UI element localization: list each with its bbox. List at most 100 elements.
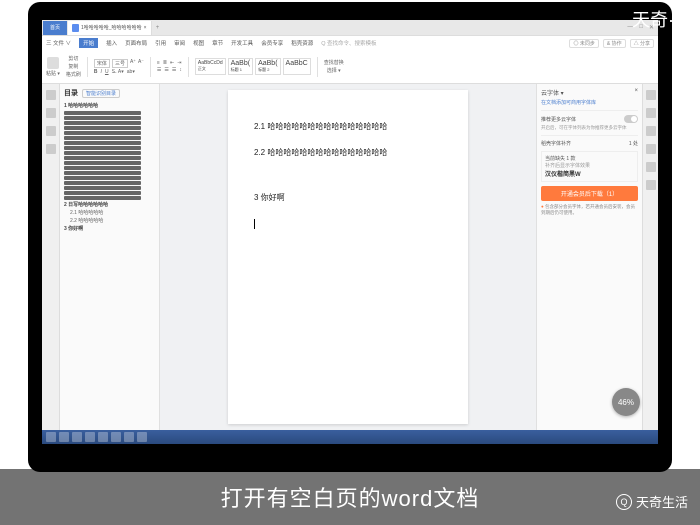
outline-item[interactable]	[64, 126, 141, 130]
menu-tab-view[interactable]: 视图	[193, 39, 204, 47]
align-right-icon[interactable]: ☰	[172, 67, 176, 73]
leftrail-search-icon[interactable]	[46, 144, 56, 154]
strike-icon[interactable]: S̶	[112, 69, 115, 75]
outline-item[interactable]	[64, 191, 141, 195]
rightpanel-title[interactable]: 云字体 ▾	[541, 88, 564, 97]
font-name-select[interactable]: 宋体	[94, 59, 110, 68]
rightpanel-link[interactable]: 在文档添加可商用字体库	[541, 99, 638, 106]
fmtpaint-label[interactable]: 格式刷	[66, 71, 81, 78]
outline-item[interactable]	[64, 116, 141, 120]
italic-icon[interactable]: I	[101, 69, 102, 75]
paste-label[interactable]: 粘贴 ▾	[46, 70, 60, 77]
outline-item[interactable]	[64, 141, 141, 145]
underline-icon[interactable]: U	[105, 69, 109, 75]
font-shrink-icon[interactable]: A⁻	[138, 59, 144, 68]
rightrail-icon[interactable]	[646, 144, 656, 154]
taskbar-icon[interactable]	[98, 432, 108, 442]
align-left-icon[interactable]: ☰	[157, 67, 161, 73]
outline-item[interactable]	[64, 151, 141, 155]
indent-dec-icon[interactable]: ⇤	[170, 60, 174, 66]
rightpanel-close-icon[interactable]: ×	[634, 88, 638, 97]
rightrail-icon[interactable]	[646, 162, 656, 172]
highlight-icon[interactable]: ab▾	[127, 69, 135, 75]
menu-file[interactable]: 三 文件 ∨	[46, 39, 71, 47]
taskbar-icon[interactable]	[59, 432, 69, 442]
download-button[interactable]: 开通会员后下载（1）	[541, 186, 638, 201]
style-gallery[interactable]: AaBbCcDd 正文 AaBb( 标题 1 AaBb( 标题 2 AaBbC	[195, 58, 311, 75]
style-h2[interactable]: AaBb( 标题 2	[255, 58, 280, 75]
linespacing-icon[interactable]: ↕	[179, 67, 182, 73]
taskbar-icon[interactable]	[137, 432, 147, 442]
menu-search[interactable]: Q 查找命令、搜索模板	[321, 39, 376, 47]
menu-tab-docer[interactable]: 稻壳资源	[291, 39, 313, 47]
style-h3[interactable]: AaBbC	[283, 58, 311, 75]
tab-home[interactable]: 首页	[43, 21, 67, 35]
leftrail-thumb-icon[interactable]	[46, 108, 56, 118]
outline-item[interactable]	[64, 181, 141, 185]
outline-item[interactable]: 2.1 哈哈哈哈哈	[64, 209, 155, 217]
tab-close-icon[interactable]: ×	[144, 25, 147, 31]
start-button[interactable]	[46, 432, 56, 442]
style-h1[interactable]: AaBb( 标题 1	[228, 58, 253, 75]
sync-status[interactable]: ◎ 未同步	[569, 39, 598, 48]
find-replace[interactable]: 查找替换	[324, 59, 344, 66]
menu-tab-dev[interactable]: 开发工具	[231, 39, 253, 47]
list-number-icon[interactable]: ≣	[163, 60, 167, 66]
outline-item[interactable]	[64, 136, 141, 140]
outline-item[interactable]	[64, 171, 141, 175]
leftrail-outline-icon[interactable]	[46, 90, 56, 100]
document-canvas[interactable]: 2.1 哈哈哈哈哈哈哈哈哈哈哈哈哈哈哈 2.2 哈哈哈哈哈哈哈哈哈哈哈哈哈哈哈 …	[160, 84, 536, 430]
font-grow-icon[interactable]: A⁺	[130, 59, 136, 68]
outline-item[interactable]	[64, 131, 141, 135]
menu-tab-ref[interactable]: 引用	[155, 39, 166, 47]
rec-toggle[interactable]	[624, 115, 638, 123]
outline-item[interactable]: 2.2 哈哈哈哈哈	[64, 217, 155, 225]
outline-item[interactable]	[64, 146, 141, 150]
copy-label[interactable]: 复制	[68, 63, 78, 70]
outline-item[interactable]	[64, 156, 141, 160]
taskbar-icon[interactable]	[85, 432, 95, 442]
select-menu[interactable]: 选择 ▾	[327, 67, 341, 74]
menu-tab-section[interactable]: 章节	[212, 39, 223, 47]
outline-item[interactable]: 1 哈哈哈哈哈哈	[64, 102, 155, 110]
outline-smart-toggle[interactable]: 智能识别目录	[82, 89, 120, 98]
taskbar-icon[interactable]	[72, 432, 82, 442]
paste-icon[interactable]	[47, 57, 59, 69]
bold-icon[interactable]: B	[94, 69, 98, 75]
document-page[interactable]: 2.1 哈哈哈哈哈哈哈哈哈哈哈哈哈哈哈 2.2 哈哈哈哈哈哈哈哈哈哈哈哈哈哈哈 …	[228, 90, 468, 424]
outline-item[interactable]: 3 你好啊	[64, 225, 155, 233]
outline-item[interactable]	[64, 196, 141, 200]
rightrail-icon[interactable]	[646, 126, 656, 136]
outline-item[interactable]	[64, 161, 141, 165]
outline-item[interactable]	[64, 176, 141, 180]
leftrail-bookmark-icon[interactable]	[46, 126, 56, 136]
workspace: 目录 智能识别目录 1 哈哈哈哈哈哈	[42, 84, 658, 430]
font-size-select[interactable]: 三号	[112, 59, 128, 68]
menu-tab-layout[interactable]: 页面布局	[125, 39, 147, 47]
menu-tab-insert[interactable]: 插入	[106, 39, 117, 47]
outline-item[interactable]	[64, 166, 141, 170]
collab-button[interactable]: & 协作	[603, 39, 626, 48]
tab-add[interactable]: +	[152, 25, 164, 31]
menu-tab-review[interactable]: 审阅	[174, 39, 185, 47]
list-bullet-icon[interactable]: ≡	[157, 60, 160, 66]
taskbar-icon[interactable]	[124, 432, 134, 442]
share-button[interactable]: △ 分享	[630, 39, 654, 48]
fontcolor-icon[interactable]: A▾	[118, 69, 124, 75]
menu-tab-vip[interactable]: 会员专享	[261, 39, 283, 47]
cut-label[interactable]: 剪切	[68, 55, 78, 62]
rightrail-icon[interactable]	[646, 108, 656, 118]
align-center-icon[interactable]: ☰	[164, 67, 168, 73]
outline-item[interactable]	[64, 111, 141, 115]
outline-item[interactable]	[64, 186, 141, 190]
zoom-floating-button[interactable]: 46%	[612, 388, 640, 416]
menu-tab-start[interactable]: 开始	[79, 38, 98, 48]
rightrail-icon[interactable]	[646, 90, 656, 100]
outline-item[interactable]	[64, 121, 141, 125]
indent-inc-icon[interactable]: ⇥	[177, 60, 181, 66]
outline-item[interactable]: 2 日写哈哈哈哈哈哈	[64, 201, 155, 209]
tab-document[interactable]: 1哈哈哈哈哈_哈哈哈哈哈哈 ×	[68, 21, 152, 35]
taskbar-icon[interactable]	[111, 432, 121, 442]
rightrail-icon[interactable]	[646, 180, 656, 190]
style-normal[interactable]: AaBbCcDd 正文	[195, 58, 226, 75]
